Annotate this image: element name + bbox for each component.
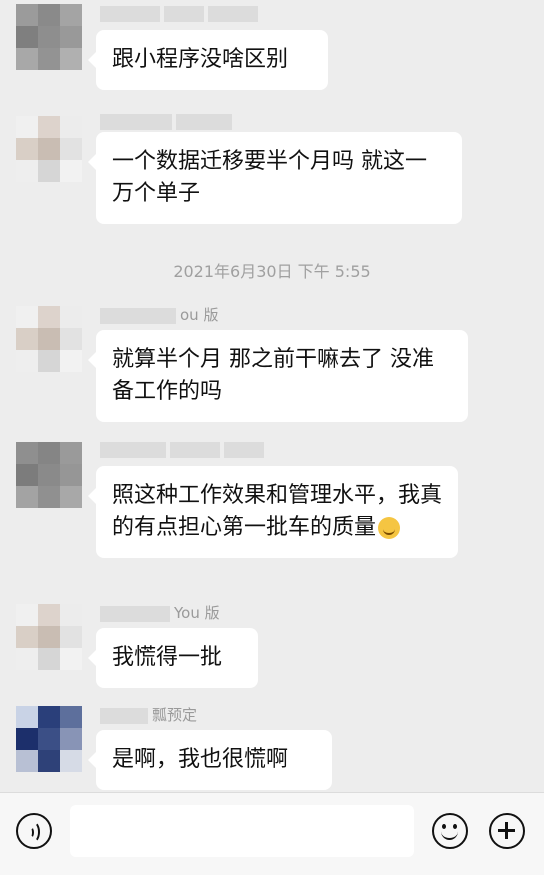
avatar[interactable] bbox=[16, 4, 82, 70]
sender-name: 瓢预定 bbox=[100, 704, 197, 724]
message-bubble[interactable]: 我慌得一批 bbox=[88, 628, 258, 688]
message-bubble[interactable]: 是啊，我也很慌啊 bbox=[88, 730, 332, 790]
sender-name bbox=[100, 112, 236, 132]
input-toolbar bbox=[0, 792, 544, 875]
message-bubble[interactable]: 跟小程序没啥区别 bbox=[88, 30, 328, 90]
sender-name: ou 版 bbox=[100, 304, 218, 324]
emoji-icon[interactable] bbox=[432, 813, 468, 849]
chat-area[interactable]: 跟小程序没啥区别 一个数据迁移要半个月吗 就这一万个单子 2021年6月30日 … bbox=[0, 0, 544, 792]
plus-icon[interactable] bbox=[489, 813, 525, 849]
avatar[interactable] bbox=[16, 442, 82, 508]
avatar[interactable] bbox=[16, 604, 82, 670]
message-text: 是啊，我也很慌啊 bbox=[112, 747, 289, 772]
avatar[interactable] bbox=[16, 306, 82, 372]
grimace-emoji-icon bbox=[378, 517, 401, 539]
sender-name bbox=[100, 4, 262, 24]
avatar[interactable] bbox=[16, 706, 82, 772]
message-input[interactable] bbox=[70, 805, 414, 857]
message-text: 跟小程序没啥区别 bbox=[112, 47, 289, 72]
sender-name: You 版 bbox=[100, 602, 220, 622]
timestamp: 2021年6月30日 下午 5:55 bbox=[173, 262, 371, 281]
message-text: 一个数据迁移要半个月吗 就这一万个单子 bbox=[112, 149, 427, 206]
message-bubble[interactable]: 一个数据迁移要半个月吗 就这一万个单子 bbox=[88, 132, 462, 224]
message-text: 我慌得一批 bbox=[112, 645, 223, 670]
avatar[interactable] bbox=[16, 116, 82, 182]
voice-icon[interactable] bbox=[16, 813, 52, 849]
message-bubble[interactable]: 就算半个月 那之前干嘛去了 没准备工作的吗 bbox=[88, 330, 468, 422]
sender-name bbox=[100, 440, 268, 460]
message-text: 就算半个月 那之前干嘛去了 没准备工作的吗 bbox=[112, 347, 434, 404]
message-bubble[interactable]: 照这种工作效果和管理水平，我真的有点担心第一批车的质量 bbox=[88, 466, 458, 558]
